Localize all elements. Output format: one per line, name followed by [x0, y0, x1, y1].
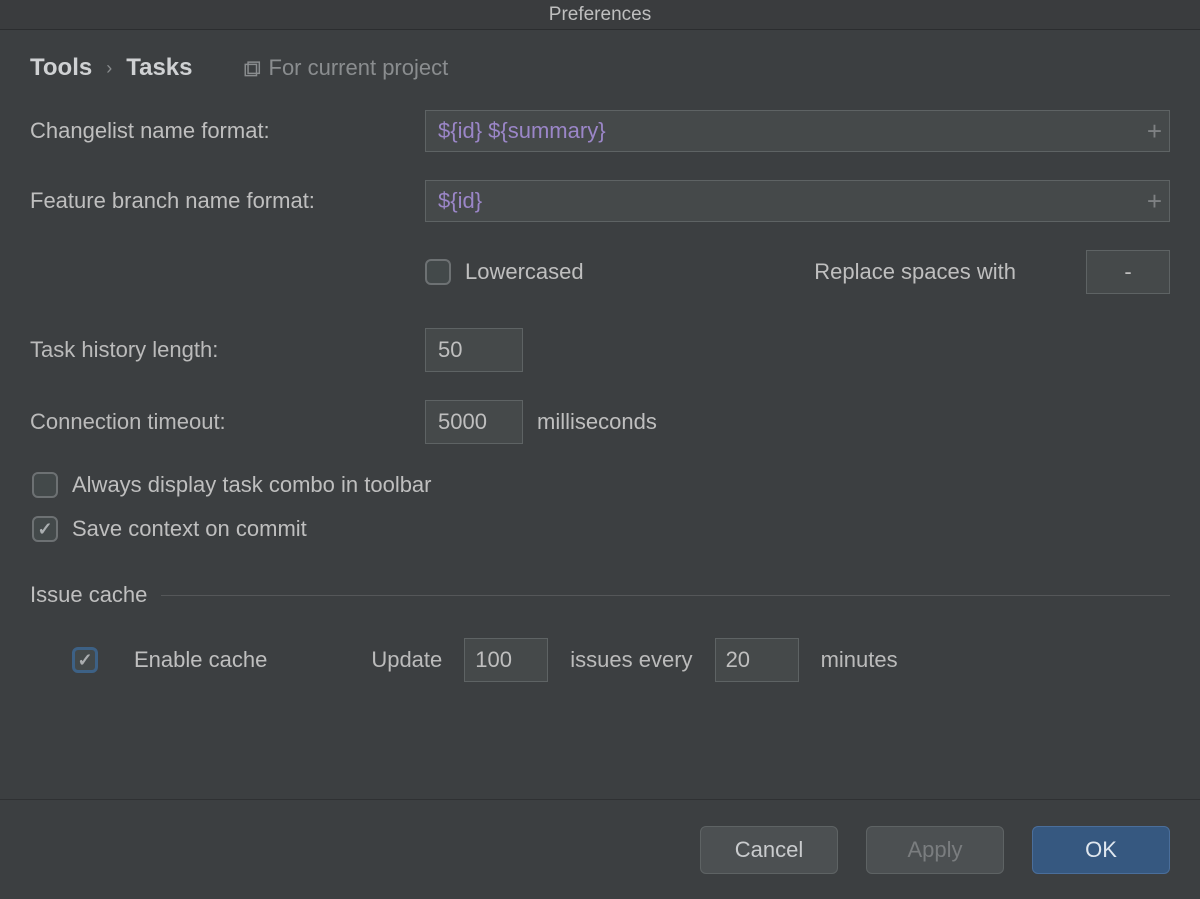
lowercased-label: Lowercased	[465, 259, 584, 285]
save-context-checkbox[interactable]	[32, 516, 58, 542]
dialog-footer: Cancel Apply OK	[0, 799, 1200, 899]
section-divider	[161, 595, 1170, 596]
save-context-label: Save context on commit	[72, 516, 307, 542]
changelist-format-label: Changelist name format:	[30, 118, 425, 144]
apply-button[interactable]: Apply	[866, 826, 1004, 874]
breadcrumb: Tools › Tasks For current project	[30, 54, 1170, 110]
lowercased-checkbox[interactable]	[425, 259, 451, 285]
ok-button[interactable]: OK	[1032, 826, 1170, 874]
connection-timeout-label: Connection timeout:	[30, 409, 425, 435]
issue-cache-section: Issue cache	[30, 582, 1170, 608]
update-prefix: Update	[371, 647, 442, 673]
issues-every-label: issues every	[570, 647, 692, 673]
replace-spaces-input[interactable]	[1086, 250, 1170, 294]
update-issues-input[interactable]	[464, 638, 548, 682]
preferences-panel: Tools › Tasks For current project Change…	[0, 30, 1200, 799]
branch-format-label: Feature branch name format:	[30, 188, 425, 214]
history-length-input[interactable]	[425, 328, 523, 372]
enable-cache-checkbox[interactable]	[72, 647, 98, 673]
minutes-unit: minutes	[821, 647, 898, 673]
window-title: Preferences	[0, 0, 1200, 30]
project-scope-icon	[243, 59, 261, 77]
breadcrumb-parent[interactable]: Tools	[30, 54, 92, 82]
scope-badge: For current project	[243, 55, 449, 81]
plus-icon[interactable]: +	[1147, 118, 1162, 144]
timeout-unit: milliseconds	[537, 409, 657, 435]
plus-icon[interactable]: +	[1147, 188, 1162, 214]
enable-cache-label: Enable cache	[134, 647, 267, 673]
scope-label: For current project	[269, 55, 449, 81]
changelist-format-input[interactable]	[425, 110, 1170, 152]
always-display-checkbox[interactable]	[32, 472, 58, 498]
replace-spaces-label: Replace spaces with	[814, 259, 1016, 285]
cancel-button[interactable]: Cancel	[700, 826, 838, 874]
update-interval-input[interactable]	[715, 638, 799, 682]
connection-timeout-input[interactable]	[425, 400, 523, 444]
chevron-right-icon: ›	[106, 58, 112, 79]
branch-format-input[interactable]	[425, 180, 1170, 222]
always-display-label: Always display task combo in toolbar	[72, 472, 432, 498]
breadcrumb-current: Tasks	[126, 54, 192, 82]
issue-cache-title: Issue cache	[30, 582, 147, 608]
history-length-label: Task history length:	[30, 337, 425, 363]
